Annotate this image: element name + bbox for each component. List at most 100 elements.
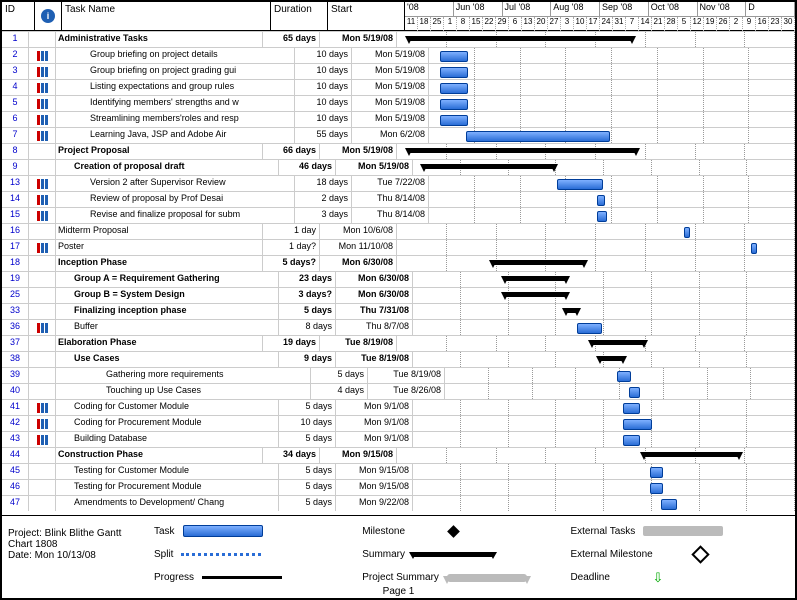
cell-info (29, 240, 56, 255)
col-header-info: i (35, 2, 62, 30)
note-icon (37, 83, 48, 93)
task-bar[interactable] (623, 403, 640, 414)
task-bar[interactable] (629, 387, 640, 398)
cell-id: 25 (2, 288, 29, 303)
task-bar[interactable] (577, 323, 602, 334)
table-row[interactable]: 7Learning Java, JSP and Adobe Air55 days… (2, 127, 795, 143)
table-row[interactable]: 15Revise and finalize proposal for subm3… (2, 207, 795, 223)
task-bar[interactable] (440, 115, 468, 126)
task-bar[interactable] (684, 227, 690, 238)
cell-chart (397, 224, 795, 239)
cell-chart (413, 480, 795, 495)
summary-bar[interactable] (600, 356, 623, 361)
day-cell: 7 (626, 17, 639, 31)
cell-task-name: Buffer (56, 320, 279, 335)
summary-bar[interactable] (409, 148, 636, 153)
task-bar[interactable] (597, 211, 606, 222)
table-row[interactable]: 5Identifying members' strengths and w10 … (2, 95, 795, 111)
summary-bar[interactable] (424, 164, 554, 169)
table-row[interactable]: 33Finalizing inception phase5 daysThu 7/… (2, 303, 795, 319)
cell-id: 45 (2, 464, 29, 479)
table-row[interactable]: 19Group A = Requirement Gathering23 days… (2, 271, 795, 287)
summary-bar[interactable] (493, 260, 585, 265)
summary-bar[interactable] (644, 452, 740, 457)
task-bar[interactable] (661, 499, 676, 510)
deadline-icon: ⇩ (652, 570, 663, 586)
table-row[interactable]: 16Midterm Proposal1 dayMon 10/6/08 (2, 223, 795, 239)
task-bar[interactable] (466, 131, 611, 142)
table-row[interactable]: 25Group B = System Design3 days?Mon 6/30… (2, 287, 795, 303)
month-cell: D (746, 2, 795, 16)
task-bar[interactable] (617, 371, 631, 382)
cell-start: Mon 9/1/08 (336, 400, 413, 415)
cell-task-name: Group A = Requirement Gathering (56, 272, 279, 287)
task-bar[interactable] (440, 51, 468, 62)
table-row[interactable]: 8Project Proposal66 daysMon 5/19/08 (2, 143, 795, 159)
cell-start: Tue 8/19/08 (336, 352, 413, 367)
cell-task-name: Listing expectations and group rules (56, 80, 295, 95)
table-row[interactable]: 47Amendments to Development/ Chang5 days… (2, 495, 795, 511)
month-cell: Nov '08 (698, 2, 747, 16)
task-bar[interactable] (440, 99, 468, 110)
cell-start: Mon 6/2/08 (352, 128, 429, 143)
table-row[interactable]: 18Inception Phase5 days?Mon 6/30/08 (2, 255, 795, 271)
table-row[interactable]: 14Review of proposal by Prof Desai2 days… (2, 191, 795, 207)
table-row[interactable]: 1Administrative Tasks65 daysMon 5/19/08 (2, 31, 795, 47)
table-row[interactable]: 43Building Database5 daysMon 9/1/08 (2, 431, 795, 447)
table-row[interactable]: 6Streamlining members'roles and resp10 d… (2, 111, 795, 127)
day-cell: 15 (470, 17, 483, 31)
table-row[interactable]: 9Creation of proposal draft46 daysMon 5/… (2, 159, 795, 175)
table-row[interactable]: 39Gathering more requirements5 daysTue 8… (2, 367, 795, 383)
legend-dl-label: Deadline (570, 572, 609, 583)
table-row[interactable]: 36Buffer8 daysThu 8/7/08 (2, 319, 795, 335)
summary-bar[interactable] (505, 292, 566, 297)
table-row[interactable]: 2Group briefing on project details10 day… (2, 47, 795, 63)
task-bar[interactable] (597, 195, 604, 206)
cell-duration: 10 days (295, 48, 352, 63)
task-bar[interactable] (440, 67, 468, 78)
table-row[interactable]: 40Touching up Use Cases4 daysTue 8/26/08 (2, 383, 795, 399)
task-bar[interactable] (623, 419, 652, 430)
summary-bar[interactable] (505, 276, 566, 281)
summary-bar[interactable] (566, 308, 577, 313)
table-row[interactable]: 38Use Cases9 daysTue 8/19/08 (2, 351, 795, 367)
day-cell: 28 (665, 17, 678, 31)
cell-chart (413, 352, 795, 367)
task-bar[interactable] (557, 179, 603, 190)
table-row[interactable]: 37Elaboration Phase19 daysTue 8/19/08 (2, 335, 795, 351)
col-header-id: ID (2, 2, 35, 30)
table-row[interactable]: 13Version 2 after Supervisor Review18 da… (2, 175, 795, 191)
task-bar[interactable] (623, 435, 640, 446)
day-cell: 3 (561, 17, 574, 31)
task-bar[interactable] (440, 83, 468, 94)
table-row[interactable]: 3Group briefing on project grading gui10… (2, 63, 795, 79)
task-bar[interactable] (650, 483, 663, 494)
task-bar[interactable] (751, 243, 757, 254)
cell-id: 6 (2, 112, 29, 127)
table-row[interactable]: 45Testing for Customer Module5 daysMon 9… (2, 463, 795, 479)
table-row[interactable]: 42Coding for Procurement Module10 daysMo… (2, 415, 795, 431)
legend-split-label: Split (154, 549, 173, 560)
day-cell: 5 (678, 17, 691, 31)
cell-info (29, 448, 56, 463)
cell-chart (429, 96, 795, 111)
cell-info (29, 480, 56, 495)
table-row[interactable]: 41Coding for Customer Module5 daysMon 9/… (2, 399, 795, 415)
cell-duration: 5 days? (263, 256, 320, 271)
day-cell: 13 (522, 17, 535, 31)
cell-chart (429, 48, 795, 63)
table-row[interactable]: 46Testing for Procurement Module5 daysMo… (2, 479, 795, 495)
cell-task-name: Coding for Customer Module (56, 400, 279, 415)
summary-bar[interactable] (592, 340, 644, 345)
table-row[interactable]: 4Listing expectations and group rules10 … (2, 79, 795, 95)
table-row[interactable]: 44Construction Phase34 daysMon 9/15/08 (2, 447, 795, 463)
day-cell: 27 (548, 17, 561, 31)
table-row[interactable]: 17Poster1 day?Mon 11/10/08 (2, 239, 795, 255)
task-bar[interactable] (650, 467, 663, 478)
cell-duration: 5 days (279, 480, 336, 495)
ext-ms-icon (692, 545, 710, 563)
summary-bar[interactable] (409, 36, 632, 41)
cell-duration: 2 days (295, 192, 352, 207)
cell-duration: 5 days (279, 464, 336, 479)
day-cell: 25 (431, 17, 444, 31)
